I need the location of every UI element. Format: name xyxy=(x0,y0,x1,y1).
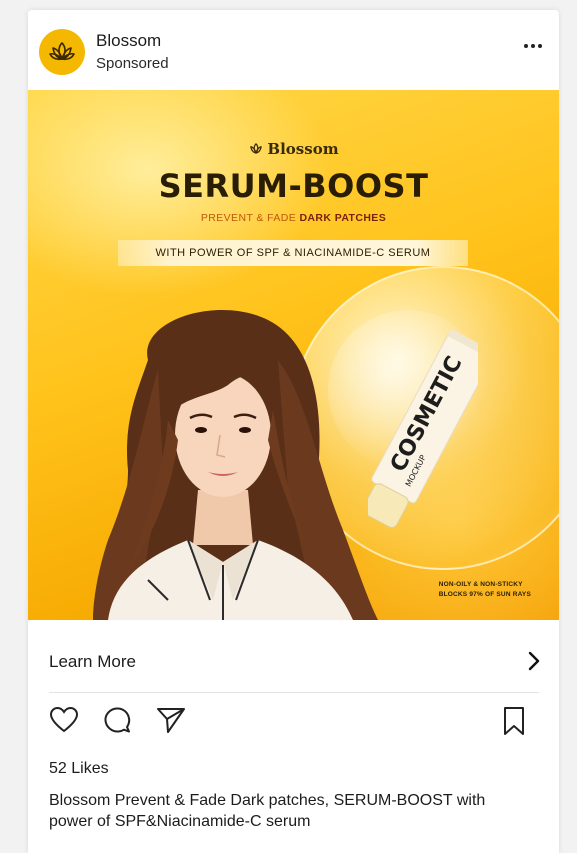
ad-claim-line1: NON-OILY & NON-STICKY xyxy=(438,581,523,588)
product-tube: COSMETIC MOCKUP xyxy=(368,328,478,528)
brand-name[interactable]: Blossom xyxy=(96,31,161,51)
model-photo xyxy=(93,309,378,620)
bookmark-icon[interactable] xyxy=(502,706,526,736)
heart-icon[interactable] xyxy=(49,706,79,734)
ad-logo: Blossom xyxy=(28,140,559,158)
ad-banner: WITH POWER OF SPF & NIACINAMIDE-C SERUM xyxy=(118,240,468,266)
divider xyxy=(49,692,539,693)
post-caption: Blossom Prevent & Fade Dark patches, SER… xyxy=(49,792,486,830)
send-icon[interactable] xyxy=(156,706,186,734)
learn-more-label: Learn More xyxy=(49,652,136,671)
ad-subtitle-light: PREVENT & FADE xyxy=(200,212,300,224)
avatar[interactable] xyxy=(39,29,85,75)
ad-subtitle: PREVENT & FADE DARK PATCHES xyxy=(28,212,559,224)
ad-logo-text: Blossom xyxy=(267,140,339,158)
ad-image[interactable]: Blossom SERUM-BOOST PREVENT & FADE DARK … xyxy=(28,90,559,620)
sponsored-label: Sponsored xyxy=(96,55,169,72)
ad-claim-line2: BLOCKS 97% OF SUN RAYS xyxy=(438,591,531,598)
more-horizontal-icon[interactable] xyxy=(521,40,545,52)
likes-count[interactable]: 52 Likes xyxy=(49,760,109,778)
lotus-icon xyxy=(250,143,263,154)
ad-subtitle-bold: DARK PATCHES xyxy=(299,212,387,224)
post-header: Blossom Sponsored xyxy=(28,10,559,90)
chevron-right-icon xyxy=(528,651,540,671)
ad-title: SERUM-BOOST xyxy=(158,167,429,205)
learn-more-button[interactable]: Learn More xyxy=(28,620,559,693)
action-bar xyxy=(28,696,559,746)
comment-icon[interactable] xyxy=(103,706,131,734)
sponsored-post-card: Blossom Sponsored Blossom SERUM-BOOST PR… xyxy=(28,10,559,853)
ad-claim: NON-OILY & NON-STICKY BLOCKS 97% OF SUN … xyxy=(439,580,531,600)
lotus-icon xyxy=(49,42,75,61)
